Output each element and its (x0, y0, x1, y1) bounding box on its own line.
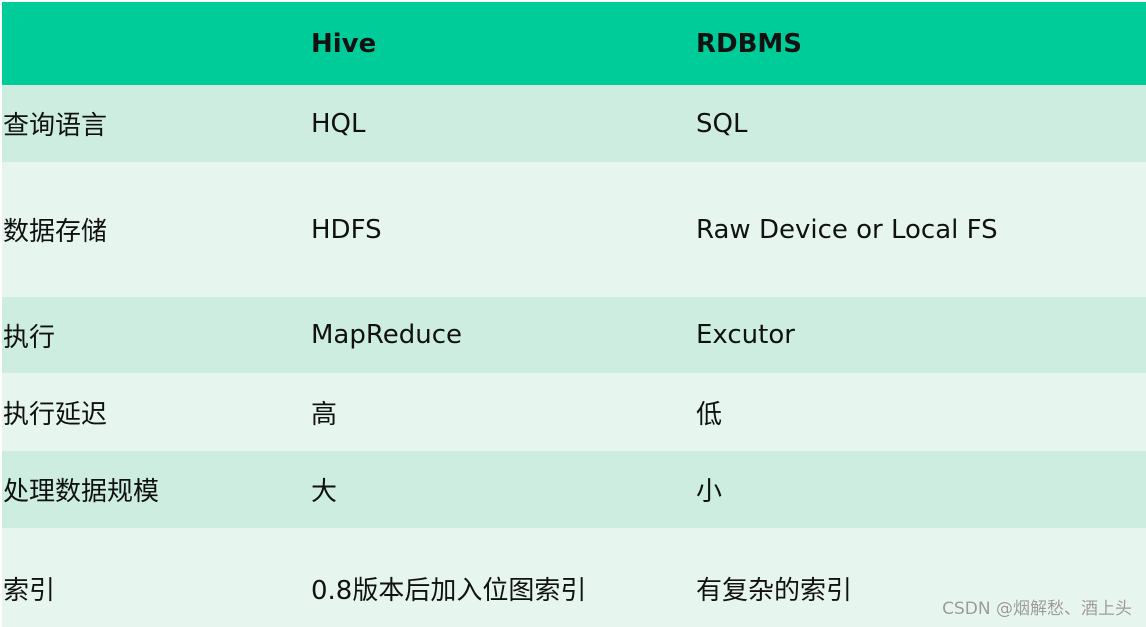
row-label: 查询语言 (3, 111, 108, 141)
hive-value: HQL (311, 108, 366, 139)
hive-value: 高 (311, 399, 338, 430)
header-cell-hive: Hive (311, 28, 377, 59)
hive-value: 0.8版本后加入位图索引 (311, 576, 587, 606)
rdbms-value: SQL (696, 108, 748, 139)
rdbms-value: 小 (696, 477, 723, 507)
table-row: 执行 MapReduce Excutor (2, 297, 1146, 373)
row-label: 数据存储 (3, 217, 108, 247)
table-row: 查询语言 HQL SQL (2, 85, 1146, 162)
row-label: 索引 (3, 576, 56, 606)
csdn-watermark: CSDN @烟解愁、酒上头 (942, 599, 1132, 619)
row-label: 执行 (3, 322, 56, 353)
row-label: 执行延迟 (3, 399, 108, 430)
hive-value: MapReduce (311, 320, 463, 350)
comparison-table: Hive RDBMS 查询语言 HQL SQL 数据存储 HDFS Raw De… (2, 2, 1146, 627)
table-row: 执行延迟 高 低 (2, 373, 1146, 451)
hive-value: 大 (311, 477, 338, 507)
table-row: 处理数据规模 大 小 (2, 451, 1146, 528)
header-cell-rdbms: RDBMS (696, 28, 803, 59)
row-label: 处理数据规模 (3, 477, 160, 507)
table-header-row: Hive RDBMS (2, 2, 1146, 85)
rdbms-value: Excutor (696, 320, 795, 350)
rdbms-value: 低 (696, 399, 723, 430)
hive-value: HDFS (311, 214, 382, 245)
rdbms-value: Raw Device or Local FS (696, 214, 998, 245)
table-row: 数据存储 HDFS Raw Device or Local FS (2, 162, 1146, 297)
